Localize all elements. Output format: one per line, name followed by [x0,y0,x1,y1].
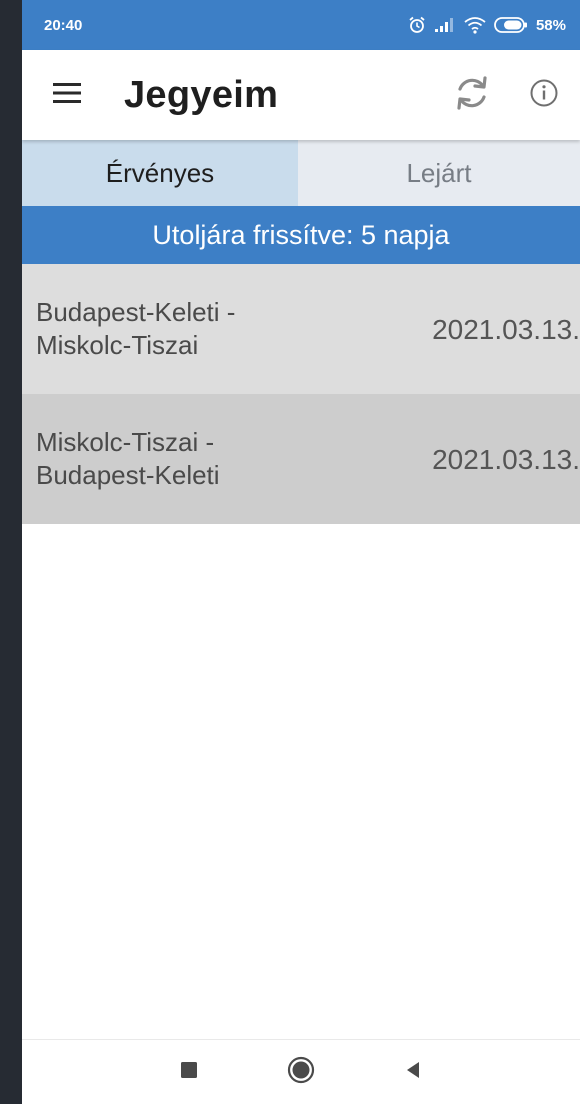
ticket-date: 2021.03.13. [432,443,580,475]
page-title: Jegyeim [124,73,279,116]
recents-square-icon [180,1061,198,1084]
phone-screen: 20:40 58% Jegyeim Érvényes Lejárt Utoljá… [22,0,580,1104]
ticket-row[interactable]: Miskolc-Tiszai - Budapest-Keleti 2021.03… [22,394,580,524]
ticket-route: Budapest-Keleti - Miskolc-Tiszai [36,296,235,362]
ticket-route: Miskolc-Tiszai - Budapest-Keleti [36,426,220,492]
tab-valid[interactable]: Érvényes [22,140,298,206]
status-bar: 20:40 58% [22,0,580,50]
info-button[interactable] [508,50,580,140]
battery-percent: 58% [535,16,566,34]
tab-expired[interactable]: Lejárt [298,140,580,206]
status-icons: 58% [408,16,566,34]
ticket-to: Budapest-Keleti [36,460,220,490]
refresh-button[interactable] [436,50,508,140]
home-button[interactable] [245,1056,357,1089]
info-icon [529,78,559,113]
recents-button[interactable] [133,1061,245,1084]
back-triangle-icon [405,1061,421,1084]
ticket-to: Miskolc-Tiszai [36,330,199,360]
menu-icon [53,82,81,109]
ticket-from: Miskolc-Tiszai - [36,427,215,457]
back-button[interactable] [357,1061,469,1084]
app-bar: Jegyeim [22,50,580,140]
battery-icon [494,16,528,34]
wifi-icon [464,16,486,34]
refresh-icon [452,73,492,118]
alarm-icon [408,16,426,34]
menu-button[interactable] [22,50,112,140]
last-updated-banner: Utoljára frissítve: 5 napja [22,206,580,264]
status-time: 20:40 [44,16,83,34]
system-nav-bar [22,1039,580,1104]
ticket-date: 2021.03.13. [432,313,580,345]
signal-icon [434,17,456,33]
tab-bar: Érvényes Lejárt [22,140,580,206]
home-circle-icon [287,1056,315,1089]
ticket-from: Budapest-Keleti - [36,297,236,327]
ticket-row[interactable]: Budapest-Keleti - Miskolc-Tiszai 2021.03… [22,264,580,394]
